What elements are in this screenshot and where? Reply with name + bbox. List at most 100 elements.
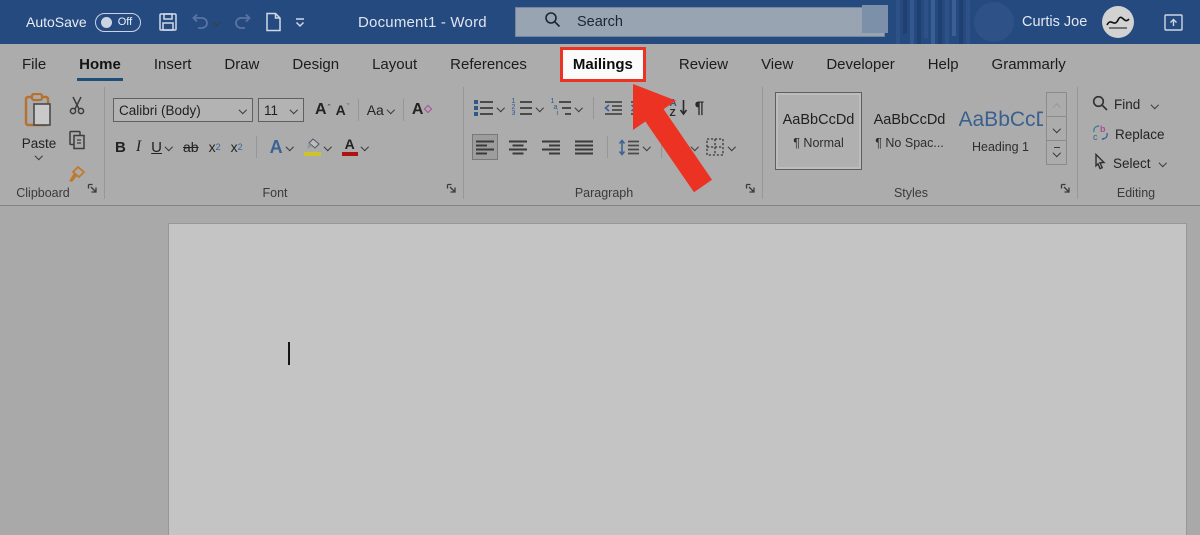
search-input[interactable]: Search bbox=[515, 7, 885, 37]
select-button[interactable]: Select bbox=[1092, 152, 1167, 173]
customize-toolbar-icon[interactable] bbox=[294, 17, 306, 28]
underline-button[interactable]: U bbox=[151, 139, 173, 156]
redo-icon bbox=[233, 13, 253, 31]
borders-button[interactable] bbox=[706, 138, 736, 156]
tab-view[interactable]: View bbox=[761, 44, 793, 85]
line-spacing-button[interactable] bbox=[618, 138, 651, 156]
font-family-select[interactable]: Calibri (Body) bbox=[113, 98, 253, 122]
group-font: Calibri (Body) 11 Aˆ Aˇ Aa A B I U ab x … bbox=[105, 85, 463, 205]
tab-grammarly[interactable]: Grammarly bbox=[992, 44, 1066, 85]
text-highlight-button[interactable] bbox=[303, 138, 332, 156]
decrease-indent-button[interactable] bbox=[603, 100, 623, 116]
font-color-button[interactable]: A bbox=[341, 137, 369, 156]
align-left-button[interactable] bbox=[472, 134, 498, 160]
font-size-value: 11 bbox=[264, 102, 279, 118]
styles-dialog-launcher-icon[interactable] bbox=[1060, 181, 1071, 199]
paste-dropdown-icon[interactable] bbox=[35, 153, 43, 159]
paragraph-dialog-launcher-icon[interactable] bbox=[745, 181, 756, 199]
font-family-value: Calibri (Body) bbox=[119, 102, 201, 118]
paste-label: Paste bbox=[21, 136, 57, 151]
font-group-label: Font bbox=[262, 186, 288, 200]
font-size-select[interactable]: 11 bbox=[258, 98, 304, 122]
tab-developer[interactable]: Developer bbox=[826, 44, 894, 85]
document-canvas bbox=[0, 206, 1200, 535]
bullets-icon bbox=[474, 100, 493, 116]
tab-help[interactable]: Help bbox=[928, 44, 959, 85]
group-styles: AaBbCcDd ¶ Normal AaBbCcDd ¶ No Spac... … bbox=[763, 85, 1077, 205]
tab-mailings[interactable]: Mailings bbox=[559, 47, 646, 82]
style-card-normal[interactable]: AaBbCcDd ¶ Normal bbox=[775, 92, 862, 170]
styles-group-label: Styles bbox=[893, 186, 929, 200]
shading-bucket-icon bbox=[672, 139, 688, 155]
avatar[interactable] bbox=[1102, 6, 1134, 38]
show-paragraph-marks-button[interactable]: ¶ bbox=[695, 98, 704, 118]
title-bar: AutoSave Off Document1 - Word Search Cur… bbox=[0, 0, 1200, 44]
paste-icon bbox=[22, 92, 56, 134]
styles-gallery-expand-icon[interactable] bbox=[1046, 140, 1067, 165]
tab-references[interactable]: References bbox=[450, 44, 527, 85]
cut-icon[interactable] bbox=[67, 95, 87, 120]
text-cursor bbox=[288, 342, 290, 365]
multilevel-list-button[interactable]: 1 a i bbox=[551, 98, 583, 117]
multilevel-list-icon: 1 a i bbox=[551, 98, 571, 117]
align-center-button[interactable] bbox=[505, 134, 531, 160]
document-page[interactable] bbox=[168, 223, 1187, 535]
highlighter-icon bbox=[303, 138, 321, 156]
shrink-font-button[interactable]: Aˇ bbox=[336, 102, 350, 118]
strikethrough-button[interactable]: ab bbox=[183, 139, 199, 155]
paste-button[interactable]: Paste bbox=[16, 92, 62, 159]
grow-font-button[interactable]: Aˆ bbox=[315, 101, 331, 119]
chevron-down-icon bbox=[1159, 160, 1167, 166]
font-dialog-launcher-icon[interactable] bbox=[446, 181, 457, 199]
styles-scroll-down-icon[interactable] bbox=[1046, 116, 1067, 141]
justify-button[interactable] bbox=[571, 134, 597, 160]
select-cursor-icon bbox=[1092, 152, 1107, 173]
increase-indent-button[interactable] bbox=[630, 100, 649, 116]
bullets-button[interactable] bbox=[474, 100, 505, 116]
search-icon bbox=[544, 11, 561, 33]
style-card-no-spacing[interactable]: AaBbCcDd ¶ No Spac... bbox=[866, 92, 953, 170]
align-right-button[interactable] bbox=[538, 134, 564, 160]
text-effects-button[interactable]: A bbox=[270, 137, 294, 158]
search-placeholder: Search bbox=[577, 14, 623, 30]
chevron-down-icon bbox=[1150, 102, 1158, 108]
style-card-heading1[interactable]: AaBbCcDd Heading 1 bbox=[957, 92, 1044, 170]
numbering-button[interactable]: 1 2 3 bbox=[512, 98, 544, 117]
sort-button[interactable]: A Z bbox=[670, 98, 688, 118]
styles-scroll-up-icon[interactable] bbox=[1046, 92, 1067, 117]
tab-insert[interactable]: Insert bbox=[154, 44, 192, 85]
replace-button[interactable]: b c Replace bbox=[1092, 124, 1165, 144]
tab-design[interactable]: Design bbox=[292, 44, 339, 85]
copy-icon[interactable] bbox=[68, 130, 86, 155]
group-editing: Find b c Replace Select Editing bbox=[1078, 85, 1194, 205]
superscript-button[interactable]: x2 bbox=[231, 139, 243, 155]
group-clipboard: Paste Clipboard bbox=[0, 85, 104, 205]
change-case-button[interactable]: Aa bbox=[367, 102, 395, 118]
ribbon: Paste Clipboard Calibri (Body) 11 A ˆ A … bbox=[0, 85, 1200, 206]
clipboard-dialog-launcher-icon[interactable] bbox=[87, 181, 98, 199]
new-document-icon[interactable] bbox=[265, 12, 282, 32]
save-icon[interactable] bbox=[158, 12, 178, 32]
group-paragraph: 1 2 3 1 a i A Z ¶ Paragraph bbox=[464, 85, 762, 205]
shading-button[interactable] bbox=[672, 139, 699, 155]
autosave-toggle[interactable]: Off bbox=[94, 12, 141, 32]
subscript-button[interactable]: x2 bbox=[209, 139, 221, 155]
tab-draw[interactable]: Draw bbox=[224, 44, 259, 85]
quick-access-toolbar bbox=[158, 0, 306, 44]
italic-button[interactable]: I bbox=[136, 138, 141, 156]
toggle-knob-icon bbox=[100, 16, 112, 28]
tab-layout[interactable]: Layout bbox=[372, 44, 417, 85]
chevron-down-icon bbox=[290, 107, 298, 113]
editing-group-label: Editing bbox=[1116, 186, 1156, 200]
bold-button[interactable]: B bbox=[115, 139, 126, 156]
font-color-red-bar bbox=[341, 152, 358, 156]
tab-review[interactable]: Review bbox=[679, 44, 728, 85]
clear-formatting-button[interactable]: A bbox=[412, 101, 433, 119]
tab-home[interactable]: Home bbox=[77, 44, 123, 85]
ribbon-display-options-icon[interactable] bbox=[1164, 0, 1183, 44]
svg-text:b: b bbox=[1100, 124, 1106, 134]
user-name[interactable]: Curtis Joe bbox=[1022, 0, 1087, 44]
tab-file[interactable]: File bbox=[22, 44, 46, 85]
numbering-icon: 1 2 3 bbox=[512, 98, 532, 117]
find-button[interactable]: Find bbox=[1092, 95, 1158, 114]
